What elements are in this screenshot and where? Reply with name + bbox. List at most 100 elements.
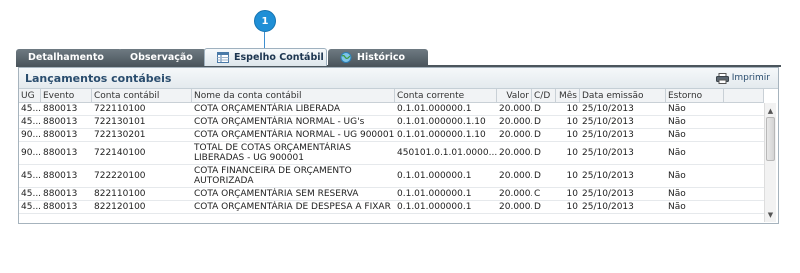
cell-ug: 45... bbox=[21, 117, 41, 127]
table-row[interactable]: 45... 880013 722220100 COTA FINANCEIRA D… bbox=[19, 165, 764, 188]
cell-ug: 45... bbox=[21, 171, 41, 181]
tab-label: Histórico bbox=[357, 52, 406, 63]
cell-conta-corrente: 0.1.01.000000.1.10 bbox=[397, 117, 486, 127]
cell-data-emissao: 25/10/2013 bbox=[582, 189, 634, 199]
cell-nome-conta: COTA ORÇAMENTÁRIA LIBERADA bbox=[194, 104, 341, 114]
tab-espelho-contabil[interactable]: Espelho Contábil bbox=[204, 48, 327, 66]
cell-conta-corrente: 0.1.01.000000.1 bbox=[397, 104, 472, 114]
cell-data-emissao: 25/10/2013 bbox=[582, 148, 634, 158]
cell-cd: D bbox=[534, 148, 541, 158]
tab-historico[interactable]: Histórico bbox=[328, 49, 428, 66]
cell-ug: 45... bbox=[21, 189, 41, 199]
cell-ug: 90... bbox=[21, 148, 41, 158]
cell-data-emissao: 25/10/2013 bbox=[582, 104, 634, 114]
col-header-evento[interactable]: Evento bbox=[41, 89, 92, 102]
col-header-data-emissao[interactable]: Data emissão bbox=[580, 89, 666, 102]
cell-conta-corrente: 450101.0.1.01.0000... bbox=[397, 148, 497, 158]
col-header-conta-contabil[interactable]: Conta contábil bbox=[92, 89, 192, 102]
lancamentos-panel: Lançamentos contábeis Imprimir UG Evento… bbox=[18, 67, 779, 224]
tab-detalhamento[interactable]: Detalhamento bbox=[16, 49, 122, 66]
cell-ug: 45... bbox=[21, 104, 41, 114]
cell-valor: 20.000... bbox=[499, 104, 532, 114]
cell-data-emissao: 25/10/2013 bbox=[582, 202, 634, 212]
scroll-down-icon[interactable]: ▼ bbox=[765, 209, 776, 220]
col-header-cd[interactable]: C/D bbox=[532, 89, 556, 102]
cell-cd: C bbox=[534, 189, 541, 199]
ledger-icon bbox=[217, 52, 229, 63]
panel-header: Lançamentos contábeis Imprimir bbox=[19, 68, 778, 89]
cell-conta-contabil: 722130201 bbox=[94, 130, 146, 140]
col-header-conta-corrente[interactable]: Conta corrente bbox=[395, 89, 497, 102]
col-header-valor[interactable]: Valor bbox=[497, 89, 532, 102]
table-header: UG Evento Conta contábil Nome da conta c… bbox=[19, 89, 764, 103]
col-header-estorno[interactable]: Estorno bbox=[666, 89, 724, 102]
cell-nome-conta: COTA ORÇAMENTÁRIA DE DESPESA A FIXAR bbox=[194, 202, 391, 212]
cell-conta-corrente: 0.1.01.000000.1 bbox=[397, 171, 472, 181]
scrollbar-thumb[interactable] bbox=[766, 117, 775, 161]
cell-conta-contabil: 822120100 bbox=[94, 202, 146, 212]
tab-observacao[interactable]: Observação bbox=[118, 49, 206, 66]
lancamentos-table: UG Evento Conta contábil Nome da conta c… bbox=[19, 89, 764, 214]
print-button[interactable]: Imprimir bbox=[715, 72, 770, 84]
cell-mes: 10 bbox=[566, 189, 578, 199]
tab-label: Detalhamento bbox=[28, 52, 104, 63]
cell-estorno: Não bbox=[668, 130, 686, 140]
cell-valor: 20.000... bbox=[499, 148, 532, 158]
col-header-mes[interactable]: Mês bbox=[556, 89, 580, 102]
table-row[interactable]: 90... 880013 722140100 TOTAL DE COTAS OR… bbox=[19, 142, 764, 165]
cell-nome-conta: TOTAL DE COTAS ORÇAMENTÁRIAS LIBERADAS -… bbox=[194, 143, 352, 163]
table-row[interactable]: 90... 880013 722130201 COTA ORÇAMENTÁRIA… bbox=[19, 129, 764, 142]
cell-evento: 880013 bbox=[43, 130, 78, 140]
table-row[interactable]: 45... 880013 722130101 COTA ORÇAMENTÁRIA… bbox=[19, 116, 764, 129]
cell-valor: 20.000... bbox=[499, 202, 532, 212]
cell-conta-contabil: 722110100 bbox=[94, 104, 146, 114]
cell-conta-contabil: 722220100 bbox=[94, 171, 146, 181]
cell-evento: 880013 bbox=[43, 189, 78, 199]
vertical-scrollbar[interactable]: ▲ ▼ bbox=[764, 103, 776, 222]
cell-mes: 10 bbox=[566, 130, 578, 140]
cell-data-emissao: 25/10/2013 bbox=[582, 117, 634, 127]
cell-cd: D bbox=[534, 130, 541, 140]
table-row[interactable]: 45... 880013 722110100 COTA ORÇAMENTÁRIA… bbox=[19, 103, 764, 116]
cell-mes: 10 bbox=[566, 202, 578, 212]
cell-data-emissao: 25/10/2013 bbox=[582, 171, 634, 181]
cell-conta-corrente: 0.1.01.000000.1 bbox=[397, 202, 472, 212]
cell-valor: 20.000... bbox=[499, 171, 532, 181]
print-label: Imprimir bbox=[731, 73, 770, 83]
callout-line bbox=[264, 32, 265, 49]
cell-cd: D bbox=[534, 202, 541, 212]
cell-ug: 45... bbox=[21, 202, 41, 212]
cell-estorno: Não bbox=[668, 202, 686, 212]
cell-evento: 880013 bbox=[43, 202, 78, 212]
cell-estorno: Não bbox=[668, 171, 686, 181]
cell-nome-conta: COTA ORÇAMENTÁRIA SEM RESERVA bbox=[194, 189, 359, 199]
printer-icon bbox=[715, 72, 729, 84]
globe-icon bbox=[340, 52, 352, 63]
col-header-nome-conta[interactable]: Nome da conta contábil bbox=[192, 89, 395, 102]
panel-title: Lançamentos contábeis bbox=[25, 71, 172, 85]
cell-mes: 10 bbox=[566, 148, 578, 158]
cell-mes: 10 bbox=[566, 104, 578, 114]
cell-conta-contabil: 722140100 bbox=[94, 148, 146, 158]
cell-valor: 20.000... bbox=[499, 130, 532, 140]
table-row[interactable]: 45... 880013 822120100 COTA ORÇAMENTÁRIA… bbox=[19, 201, 764, 214]
cell-mes: 10 bbox=[566, 117, 578, 127]
tab-label: Espelho Contábil bbox=[234, 52, 324, 63]
tab-label: Observação bbox=[130, 52, 193, 63]
scroll-up-icon[interactable]: ▲ bbox=[765, 105, 776, 116]
cell-ug: 90... bbox=[21, 130, 41, 140]
cell-conta-contabil: 722130101 bbox=[94, 117, 146, 127]
table-row[interactable]: 45... 880013 822110100 COTA ORÇAMENTÁRIA… bbox=[19, 188, 764, 201]
col-header-ug[interactable]: UG bbox=[19, 89, 41, 102]
cell-estorno: Não bbox=[668, 148, 686, 158]
cell-cd: D bbox=[534, 104, 541, 114]
tab-bar: Detalhamento Observação Espelho Contábil… bbox=[16, 48, 781, 66]
cell-evento: 880013 bbox=[43, 104, 78, 114]
cell-conta-corrente: 0.1.01.000000.1 bbox=[397, 189, 472, 199]
callout-marker: 1 bbox=[254, 10, 276, 32]
cell-conta-corrente: 0.1.01.000000.1.10 bbox=[397, 130, 486, 140]
cell-evento: 880013 bbox=[43, 171, 78, 181]
cell-nome-conta: COTA ORÇAMENTÁRIA NORMAL - UG 900001 bbox=[194, 130, 395, 140]
cell-mes: 10 bbox=[566, 171, 578, 181]
cell-nome-conta: COTA FINANCEIRA DE ORÇAMENTO AUTORIZADA bbox=[194, 166, 352, 186]
